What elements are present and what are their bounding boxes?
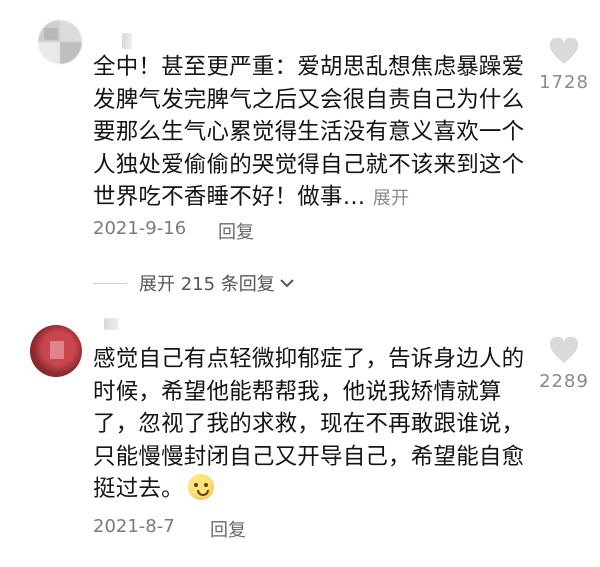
chevron-down-icon: [279, 273, 295, 294]
pleading-face-emoji: [187, 474, 214, 501]
comment-date: 2021-8-7: [93, 516, 175, 537]
reply-button[interactable]: 回复: [210, 516, 246, 542]
username-redacted[interactable]: [104, 318, 118, 330]
like-button[interactable]: 1728: [532, 37, 596, 93]
comment-date: 2021-9-16: [93, 218, 187, 239]
avatar[interactable]: [38, 20, 82, 64]
heart-icon: [549, 37, 579, 66]
reply-button[interactable]: 回复: [218, 218, 254, 244]
expand-replies-label: 展开 215 条回复: [139, 274, 275, 295]
divider: [93, 282, 127, 284]
like-count: 2289: [539, 371, 589, 392]
avatar[interactable]: [30, 325, 82, 377]
comment-item: 全中！甚至更严重：爱胡思乱想焦虑暴躁爱发脾气发完脾气之后又会很自责自己为什么要那…: [0, 0, 600, 300]
expand-replies-button[interactable]: 展开 215 条回复: [93, 268, 295, 298]
comment-text: 感觉自己有点轻微抑郁症了，告诉身边人的时候，希望他能帮帮我，他说我矫情就算了，忽…: [93, 346, 525, 503]
expand-text-link[interactable]: 展开: [373, 188, 409, 209]
heart-icon: [549, 336, 579, 365]
like-count: 1728: [539, 72, 589, 93]
like-button[interactable]: 2289: [532, 336, 596, 392]
comment-item: 感觉自己有点轻微抑郁症了，告诉身边人的时候，希望他能帮帮我，他说我矫情就算了，忽…: [0, 300, 600, 567]
comment-text: 全中！甚至更严重：爱胡思乱想焦虑暴躁爱发脾气发完脾气之后又会很自责自己为什么要那…: [93, 54, 525, 211]
username-redacted[interactable]: [122, 33, 132, 49]
